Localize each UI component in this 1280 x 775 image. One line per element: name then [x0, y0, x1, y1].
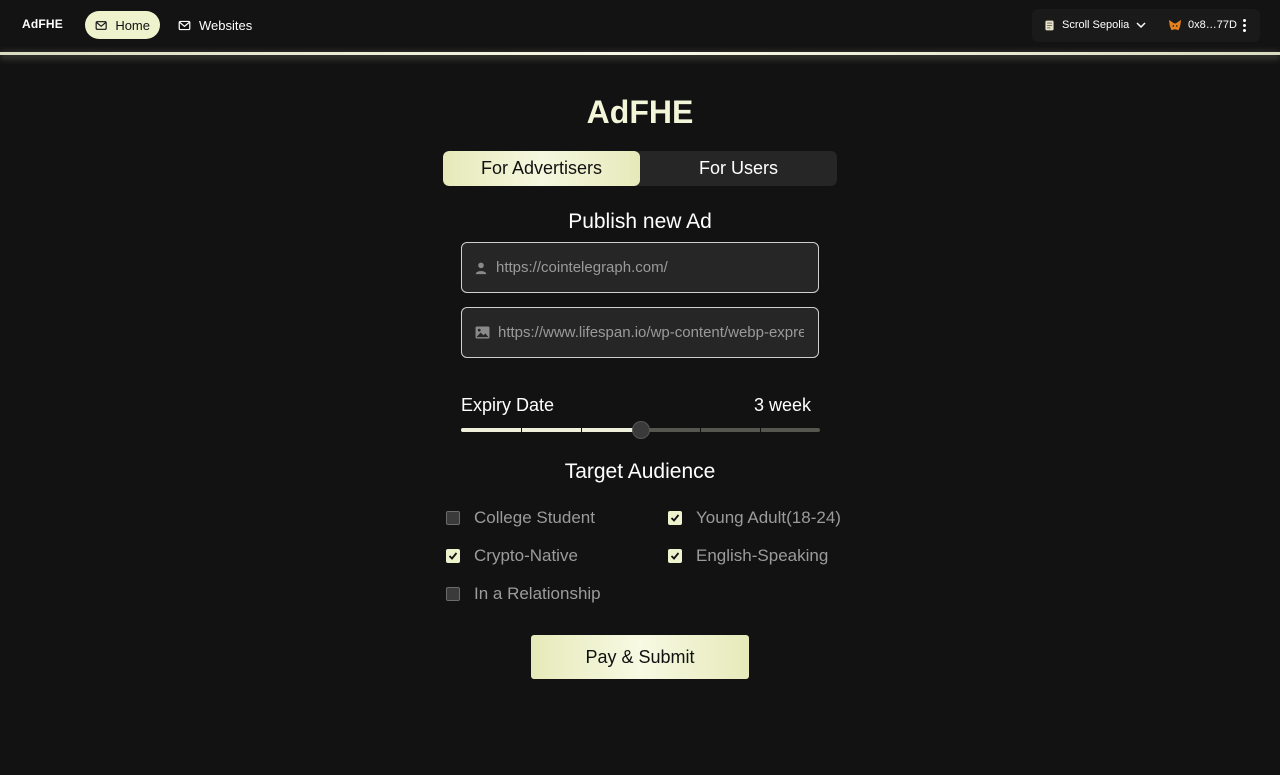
image-url-field: [461, 307, 819, 358]
checkbox-label: In a Relationship: [474, 584, 601, 603]
checkbox-label: College Student: [474, 508, 595, 527]
tab-for-advertisers[interactable]: For Advertisers: [443, 151, 640, 186]
network-name: Scroll Sepolia: [1062, 19, 1130, 31]
role-tabs: For Advertisers For Users: [443, 151, 837, 186]
target-audience-heading: Target Audience: [564, 460, 716, 483]
expiry-date-label: Expiry Date: [461, 395, 555, 415]
expiry-date-value: 3 week: [753, 395, 811, 415]
checkbox-label: English-Speaking: [696, 546, 829, 565]
checkbox-box[interactable]: [446, 587, 460, 601]
nav-home[interactable]: Home: [85, 11, 160, 39]
slider-tick: [521, 428, 522, 432]
checkbox-box[interactable]: [668, 549, 682, 563]
tab-for-users[interactable]: For Users: [640, 151, 837, 186]
checkbox-label: Young Adult(18-24): [696, 508, 841, 527]
slider-tick: [760, 428, 761, 432]
checkbox-box[interactable]: [446, 549, 460, 563]
page-title: AdFHE: [586, 94, 694, 130]
expiry-slider[interactable]: [461, 420, 820, 440]
slider-tick: [700, 428, 701, 432]
mail-icon: [178, 20, 191, 30]
check-icon: [448, 552, 458, 560]
image-url-input[interactable]: [496, 308, 818, 357]
brand-logo[interactable]: AdFHE: [22, 17, 63, 31]
top-bar-divider: [0, 52, 1280, 55]
image-icon: [462, 326, 496, 339]
more-menu-icon[interactable]: [1238, 17, 1250, 33]
user-icon: [462, 261, 496, 275]
mail-icon: [95, 20, 107, 30]
checkbox-in-a-relationship[interactable]: In a Relationship: [446, 584, 601, 604]
nav-websites-label: Websites: [199, 17, 253, 33]
publish-heading: Publish new Ad: [568, 210, 712, 233]
site-url-field: [461, 242, 819, 293]
slider-fill: [461, 428, 641, 432]
nav-home-label: Home: [115, 17, 150, 33]
network-selector[interactable]: Scroll Sepolia: [1043, 17, 1147, 33]
checkbox-english-speaking[interactable]: English-Speaking: [668, 546, 828, 566]
check-icon: [670, 514, 680, 522]
checkbox-label: Crypto-Native: [474, 546, 578, 565]
scroll-icon: [1045, 20, 1054, 30]
check-icon: [670, 552, 680, 560]
chevron-down-icon: [1136, 22, 1146, 29]
account-button[interactable]: 0x8…77D: [1168, 17, 1237, 33]
checkbox-box[interactable]: [668, 511, 682, 525]
metamask-fox-icon: [1168, 19, 1182, 30]
checkbox-box[interactable]: [446, 511, 460, 525]
pay-submit-button[interactable]: Pay & Submit: [531, 635, 749, 679]
checkbox-college-student[interactable]: College Student: [446, 508, 595, 528]
account-address: 0x8…77D: [1188, 19, 1237, 31]
checkbox-young-adult[interactable]: Young Adult(18-24): [668, 508, 841, 528]
slider-thumb[interactable]: [632, 421, 650, 439]
site-url-input[interactable]: [496, 243, 818, 292]
slider-tick: [581, 428, 582, 432]
checkbox-crypto-native[interactable]: Crypto-Native: [446, 546, 578, 566]
nav-websites[interactable]: Websites: [168, 11, 262, 39]
